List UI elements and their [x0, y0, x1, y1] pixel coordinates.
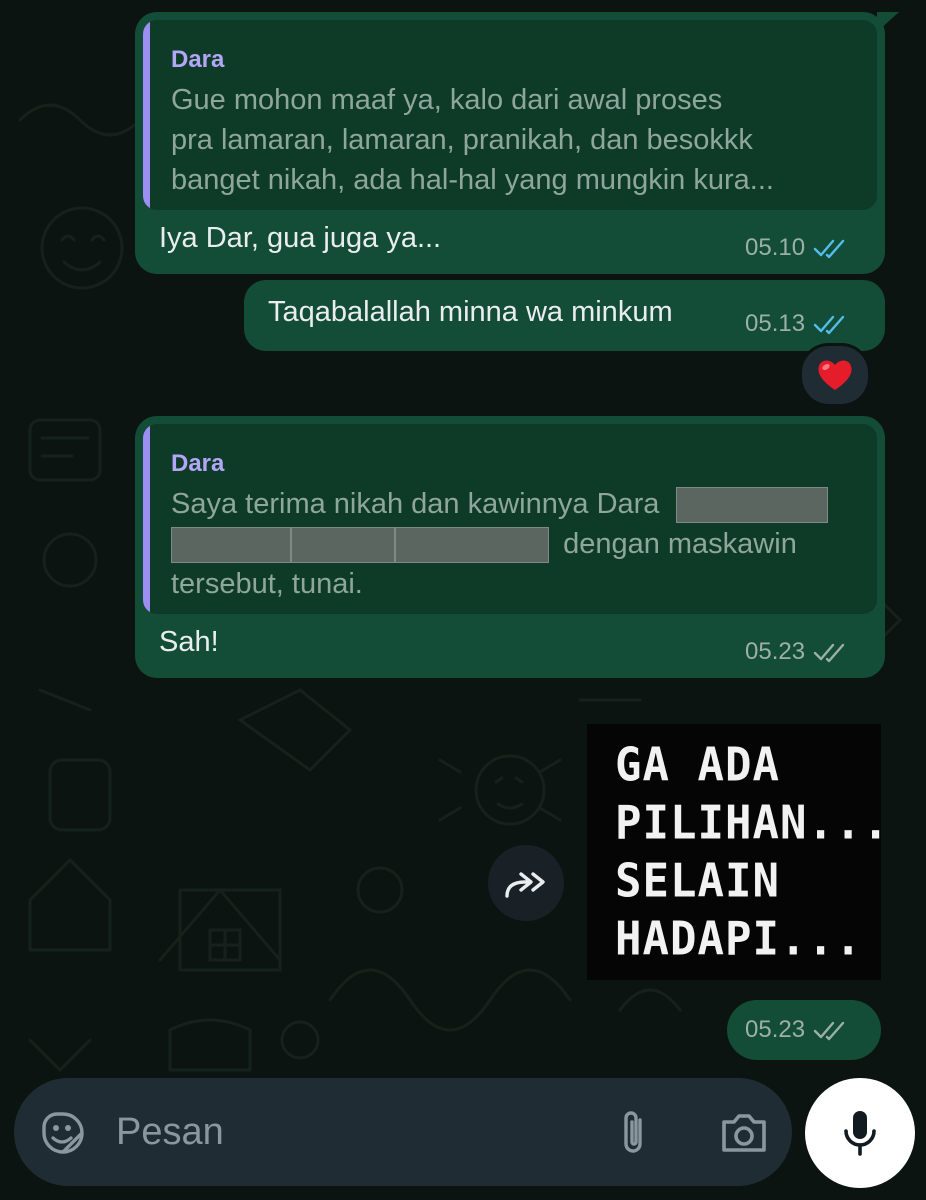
redacted-block [675, 487, 828, 524]
sticker-text: HADAPI... [615, 912, 863, 967]
message-bubble-2[interactable]: Taqabalallah minna wa minkum 05.13 [244, 280, 885, 351]
quote-line: tersebut, tunai. [171, 568, 363, 600]
message-meta: 05.23 [745, 1016, 849, 1044]
forward-button[interactable] [488, 845, 564, 921]
mic-button[interactable] [805, 1078, 915, 1188]
message-text: Iya Dar, gua juga ya... [159, 222, 442, 254]
message-time: 05.23 [745, 1016, 806, 1043]
sticker-icon[interactable] [38, 1108, 88, 1158]
quote-author: Dara [171, 46, 225, 73]
sticker-time-pill: 05.23 [727, 1000, 881, 1060]
paperclip-icon[interactable] [616, 1108, 652, 1158]
camera-icon[interactable] [718, 1110, 770, 1156]
redacted-block [291, 527, 395, 564]
quote-text-part: dengan maskawin [563, 528, 797, 560]
quote-author: Dara [171, 450, 225, 477]
redacted-block [171, 527, 291, 564]
quote-line: banget nikah, ada hal-hal yang mungkin k… [171, 164, 774, 196]
quote-line: pra lamaran, lamaran, pranikah, dan beso… [171, 124, 753, 156]
message-time: 05.10 [745, 234, 806, 261]
quote-text-part: Saya terima nikah dan kawinnya Dara [171, 488, 660, 520]
read-ticks-icon [813, 315, 845, 335]
quote-line: Saya terima nikah dan kawinnya Dara [171, 484, 828, 524]
reaction-heart[interactable] [799, 343, 871, 407]
message-composer[interactable]: Pesan [14, 1078, 792, 1186]
sticker-text: PILIHAN... [615, 796, 890, 851]
message-bubble-3[interactable]: Dara Saya terima nikah dan kawinnya Dara… [135, 416, 885, 678]
quoted-message[interactable]: Dara Gue mohon maaf ya, kalo dari awal p… [143, 20, 877, 210]
sticker-image[interactable]: GA ADA PILIHAN... SELAIN HADAPI... [587, 724, 889, 980]
quoted-message[interactable]: Dara Saya terima nikah dan kawinnya Dara… [143, 424, 877, 614]
heart-icon [818, 360, 852, 390]
message-meta: 05.23 [745, 638, 849, 666]
delivered-ticks-icon [813, 643, 845, 663]
message-meta: 05.10 [745, 234, 849, 262]
redacted-block [395, 527, 549, 564]
message-time: 05.13 [745, 310, 806, 337]
message-text: Taqabalallah minna wa minkum [268, 296, 673, 328]
message-meta: 05.13 [745, 310, 849, 338]
message-bubble-1[interactable]: Dara Gue mohon maaf ya, kalo dari awal p… [135, 12, 899, 274]
microphone-icon [844, 1111, 876, 1156]
bubble-tail [877, 12, 899, 32]
forward-icon [505, 872, 545, 898]
read-ticks-icon [813, 239, 845, 259]
quote-line: Gue mohon maaf ya, kalo dari awal proses [171, 84, 723, 116]
quote-line: dengan maskawin [171, 524, 797, 564]
message-time: 05.23 [745, 638, 806, 665]
sticker-text: SELAIN [615, 854, 780, 909]
delivered-ticks-icon [813, 1021, 845, 1041]
message-text: Sah! [159, 626, 219, 658]
quote-accent-bar [143, 424, 150, 614]
message-input[interactable]: Pesan [116, 1111, 224, 1154]
sticker-text: GA ADA [615, 738, 780, 793]
quote-accent-bar [143, 20, 150, 210]
